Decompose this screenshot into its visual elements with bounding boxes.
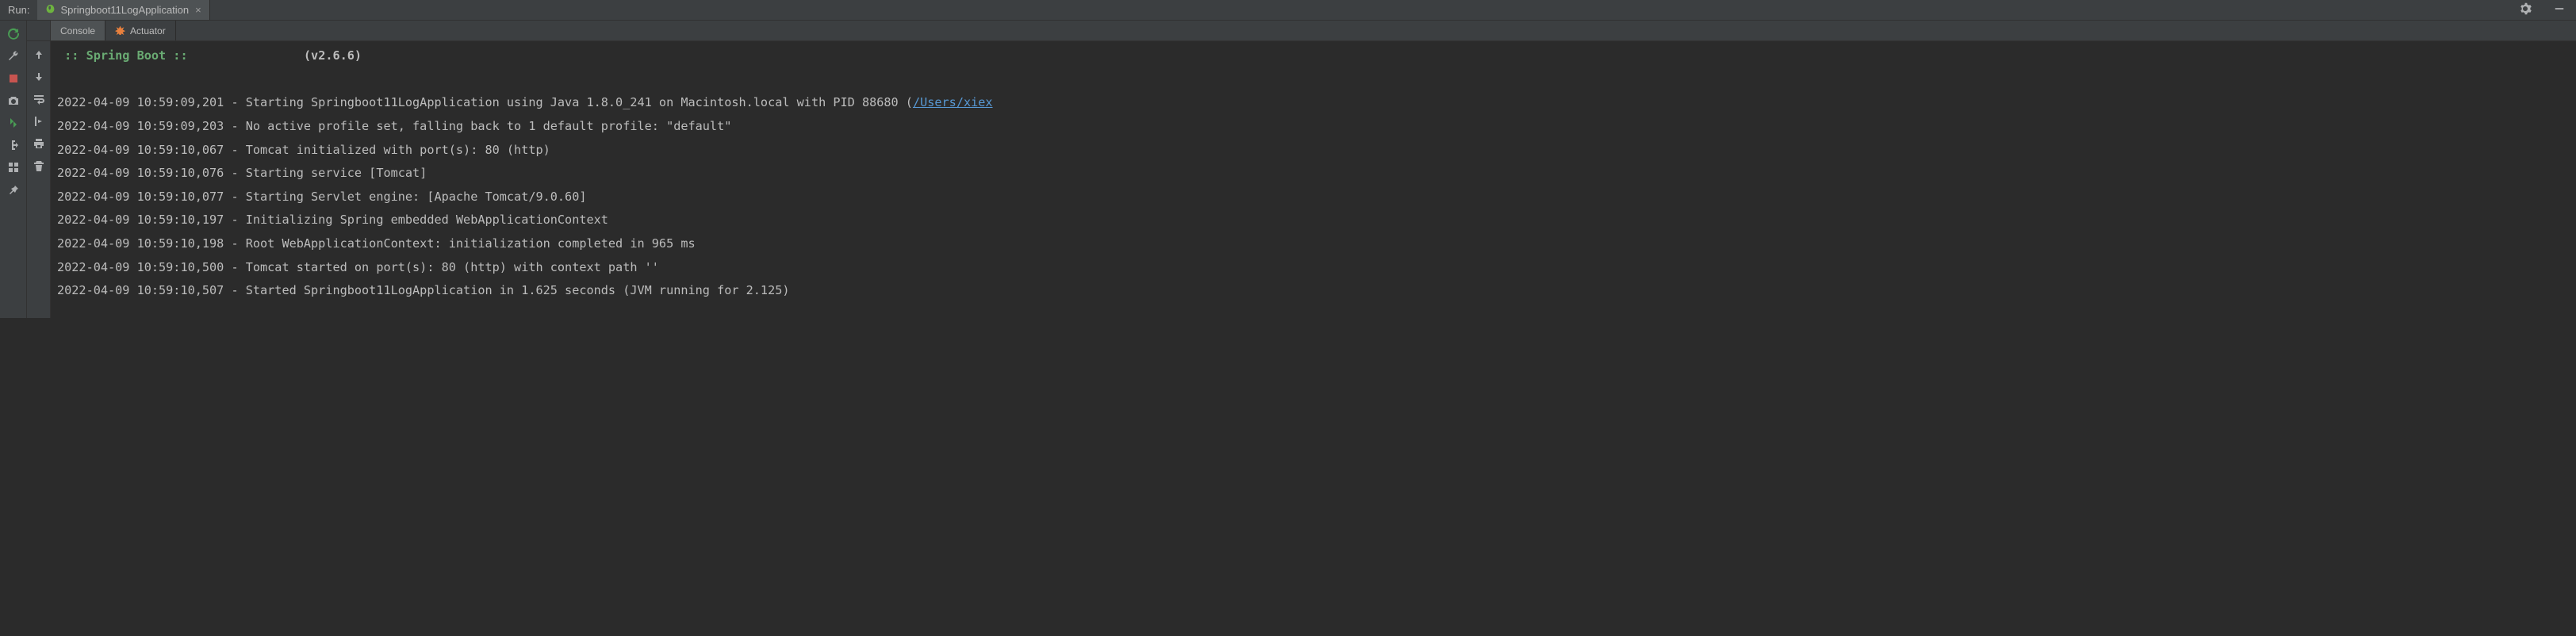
tab-label: Springboot11LogApplication [60,4,189,16]
endpoints-icon[interactable] [5,114,22,132]
wrench-icon[interactable] [5,48,22,65]
log-line: 2022-04-09 10:59:10,076 - Starting servi… [57,162,2570,186]
clear-icon[interactable] [30,157,48,174]
console-toolbar [27,41,51,318]
console-tab-label: Console [60,25,95,36]
run-config-tab[interactable]: Springboot11LogApplication × [37,0,209,20]
up-icon[interactable] [30,46,48,63]
log-line: 2022-04-09 10:59:10,067 - Tomcat initial… [57,139,2570,163]
exit-icon[interactable] [5,136,22,154]
log-line: 2022-04-09 10:59:09,201 - Starting Sprin… [57,91,2570,115]
camera-icon[interactable] [5,92,22,109]
run-label: Run: [0,4,37,16]
left-toolbar [0,21,27,318]
actuator-icon [115,25,125,37]
pin-icon[interactable] [5,181,22,198]
tool-window-header: Run: Springboot11LogApplication × [0,0,2576,21]
print-icon[interactable] [30,135,48,152]
console-tabs: Console Actuator [27,21,2576,41]
log-line: 2022-04-09 10:59:09,203 - No active prof… [57,115,2570,139]
tab-console[interactable]: Console [51,21,105,40]
log-line: 2022-04-09 10:59:10,077 - Starting Servl… [57,186,2570,209]
scroll-to-end-icon[interactable] [30,113,48,130]
gear-icon[interactable] [2508,2,2543,18]
log-line: 2022-04-09 10:59:10,197 - Initializing S… [57,209,2570,232]
banner-version: (v2.6.6) [304,48,362,63]
close-icon[interactable]: × [195,4,201,16]
layout-icon[interactable] [5,159,22,176]
log-line: 2022-04-09 10:59:10,198 - Root WebApplic… [57,232,2570,256]
console-output[interactable]: :: Spring Boot :: (v2.6.6) 2022-04-09 10… [51,41,2576,318]
actuator-tab-label: Actuator [130,25,166,36]
log-line: 2022-04-09 10:59:10,507 - Started Spring… [57,279,2570,303]
soft-wrap-icon[interactable] [30,90,48,108]
hide-icon[interactable] [2543,3,2576,17]
rerun-button[interactable] [5,25,22,43]
log-line: 2022-04-09 10:59:10,500 - Tomcat started… [57,256,2570,280]
down-icon[interactable] [30,68,48,86]
spring-boot-icon [45,4,56,17]
tab-actuator[interactable]: Actuator [105,21,176,40]
file-link[interactable]: /Users/xiex [913,95,993,109]
banner-text: :: Spring Boot :: [57,48,188,63]
stop-button[interactable] [5,70,22,87]
